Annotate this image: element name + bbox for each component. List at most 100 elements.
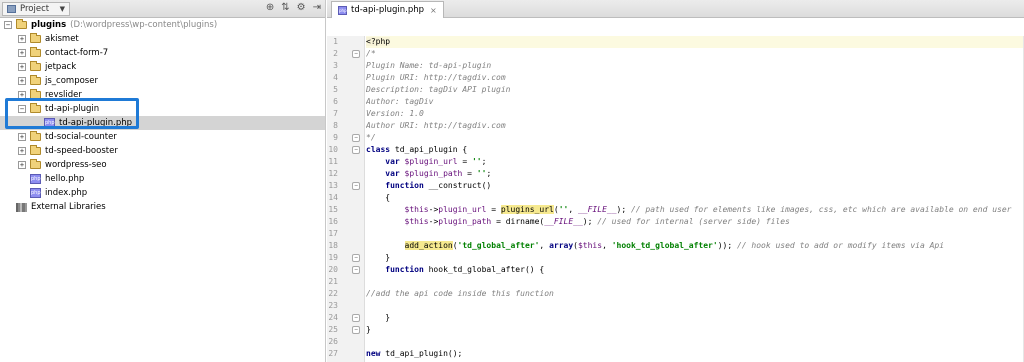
- hide-panel-icon[interactable]: ⇥: [313, 2, 321, 13]
- code-line: Version: 1.0: [366, 109, 424, 118]
- expand-icon[interactable]: +: [18, 77, 26, 85]
- library-icon: [16, 202, 27, 212]
- line-number: 24 −: [327, 312, 364, 324]
- tree-item-label: js_composer: [45, 76, 98, 86]
- code-line: }: [366, 325, 371, 334]
- line-number: 2−: [327, 48, 364, 60]
- code-line: $this->plugin_url = plugins_url('', __FI…: [404, 205, 1012, 214]
- tree-item-contact-form-7[interactable]: + contact-form-7: [0, 46, 325, 60]
- expand-icon[interactable]: +: [18, 161, 26, 169]
- tree-item-external-libraries[interactable]: External Libraries: [0, 200, 325, 214]
- code-line: Plugin URI: http://tagdiv.com: [366, 73, 506, 82]
- fold-icon[interactable]: −: [352, 266, 360, 274]
- code-line: Author: tagDiv: [366, 97, 434, 106]
- code-area[interactable]: <?php/* Plugin Name: td-api-plugin Plugin …: [366, 36, 1024, 362]
- folder-icon: [16, 19, 27, 29]
- line-number-gutter: 1 2−3 4 5 6 7 8 9−10−11 12 13−14 15 16 17 18 19−20−21 2…: [327, 36, 365, 362]
- line-number: 21: [327, 276, 364, 288]
- tree-item-label: index.php: [45, 188, 88, 198]
- highlight-annotation: [5, 98, 139, 129]
- line-number: 25 −: [327, 324, 364, 336]
- code-line: <?php: [366, 36, 1024, 48]
- tree-item-hello-php[interactable]: php hello.php: [0, 172, 325, 186]
- line-number: 6: [327, 96, 364, 108]
- code-line: var $plugin_path = '';: [385, 169, 492, 178]
- code-line: {: [366, 193, 391, 202]
- line-number-text: 7: [333, 109, 338, 118]
- line-number: 19 −: [327, 252, 364, 264]
- breadcrumb-area: [327, 18, 1024, 36]
- scroll-from-source-icon[interactable]: ⊕: [266, 2, 274, 13]
- line-number-text: 16: [328, 217, 338, 226]
- line-number-text: 17: [328, 229, 338, 238]
- panel-toolbar: ⊕ ⇅ ⚙ ⇥: [266, 2, 321, 13]
- line-number: 22: [327, 288, 364, 300]
- line-number-text: 23: [328, 301, 338, 310]
- code-line: $this->plugin_path = dirname(__FILE__); …: [404, 217, 790, 226]
- line-number-text: 6: [333, 97, 338, 106]
- expand-icon[interactable]: +: [18, 63, 26, 71]
- tree-item-td-speed-booster[interactable]: + td-speed-booster: [0, 144, 325, 158]
- collapse-icon[interactable]: −: [4, 21, 12, 29]
- tree-item-index-php[interactable]: php index.php: [0, 186, 325, 200]
- fold-icon[interactable]: −: [352, 314, 360, 322]
- line-number-text: 24: [328, 313, 338, 322]
- tab-td-api-plugin[interactable]: php td-api-plugin.php ×: [331, 1, 444, 18]
- folder-icon: [30, 159, 41, 169]
- fold-icon[interactable]: −: [352, 254, 360, 262]
- line-number: 14: [327, 192, 364, 204]
- project-title: Project: [20, 3, 50, 14]
- fold-icon[interactable]: −: [352, 182, 360, 190]
- line-number: 12: [327, 168, 364, 180]
- project-panel: Project ▼ ⊕ ⇅ ⚙ ⇥ − plugins (D:\wordpress\…: [0, 0, 326, 362]
- line-number: 26: [327, 336, 364, 348]
- line-number-text: 22: [328, 289, 338, 298]
- gear-icon[interactable]: ⚙: [297, 2, 306, 13]
- line-number: 3: [327, 60, 364, 72]
- code-line: Plugin Name: td-api-plugin: [366, 61, 492, 70]
- expand-icon[interactable]: +: [18, 147, 26, 155]
- tree-item-label: td-speed-booster: [45, 146, 118, 156]
- line-number: 5: [327, 84, 364, 96]
- line-number: 17: [327, 228, 364, 240]
- tree-item-plugins[interactable]: − plugins (D:\wordpress\wp-content\plugins…: [0, 18, 325, 32]
- line-number: 18: [327, 240, 364, 252]
- line-number-text: 20: [328, 265, 338, 274]
- fold-icon[interactable]: −: [352, 326, 360, 334]
- tree-item-wordpress-seo[interactable]: + wordpress-seo: [0, 158, 325, 172]
- project-panel-header: Project ▼ ⊕ ⇅ ⚙ ⇥: [0, 0, 325, 18]
- fold-icon[interactable]: −: [352, 134, 360, 142]
- code-line: class td_api_plugin {: [366, 145, 468, 154]
- expand-icon[interactable]: +: [18, 49, 26, 57]
- tab-label: td-api-plugin.php: [351, 5, 424, 15]
- expand-icon[interactable]: +: [18, 35, 26, 43]
- tree-item-akismet[interactable]: + akismet: [0, 32, 325, 46]
- tree-item-td-social-counter[interactable]: + td-social-counter: [0, 130, 325, 144]
- line-number: 13 −: [327, 180, 364, 192]
- line-number-text: 1: [333, 37, 338, 46]
- line-number-text: 25: [328, 325, 338, 334]
- collapse-all-icon[interactable]: ⇅: [281, 2, 289, 13]
- line-number-text: 4: [333, 73, 338, 82]
- fold-icon[interactable]: −: [352, 50, 360, 58]
- code-line: /*: [366, 49, 376, 58]
- folder-icon: [30, 61, 41, 71]
- line-number-text: 27: [328, 349, 338, 358]
- line-number-text: 21: [328, 277, 338, 286]
- folder-icon: [30, 145, 41, 155]
- close-icon[interactable]: ×: [430, 6, 437, 15]
- line-number-text: 19: [328, 253, 338, 262]
- fold-icon[interactable]: −: [352, 146, 360, 154]
- code-line: }: [366, 253, 391, 262]
- tree-item-js-composer[interactable]: + js_composer: [0, 74, 325, 88]
- project-view-selector[interactable]: Project ▼: [2, 1, 70, 16]
- chevron-down-icon: ▼: [59, 4, 65, 13]
- tree-item-label: contact-form-7: [45, 48, 109, 58]
- expand-icon[interactable]: +: [18, 133, 26, 141]
- line-number-text: 14: [328, 193, 338, 202]
- editor-tab-bar: php td-api-plugin.php ×: [327, 0, 1024, 18]
- code-line: Author URI: http://tagdiv.com: [366, 121, 506, 130]
- php-file-icon: php: [30, 174, 41, 184]
- tree-item-jetpack[interactable]: + jetpack: [0, 60, 325, 74]
